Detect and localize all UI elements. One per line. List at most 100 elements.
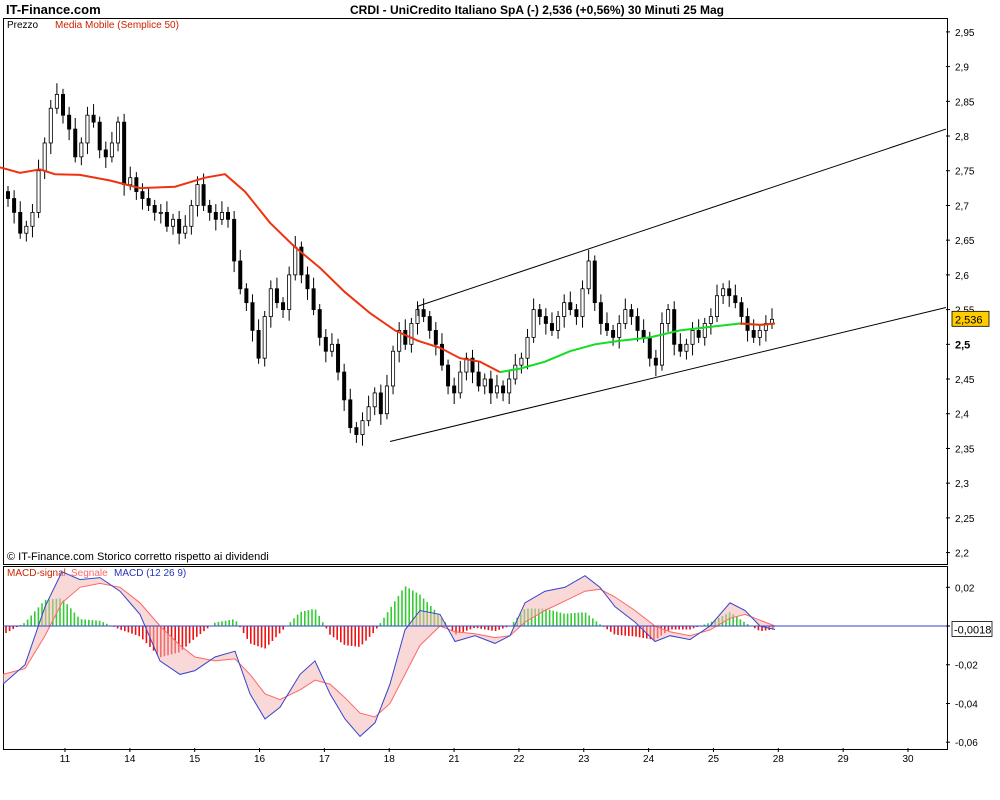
price-y-tick-label: 2,85	[955, 97, 975, 108]
candle-body	[177, 218, 182, 234]
candle-body	[421, 309, 426, 317]
candle-body	[586, 260, 591, 290]
x-tick-label: 23	[578, 754, 590, 765]
candle-body	[97, 121, 102, 151]
candle-body	[116, 121, 121, 144]
candle-body	[696, 330, 701, 338]
candle-body	[73, 128, 78, 158]
candle-body	[109, 142, 114, 158]
candle-body	[427, 316, 432, 331]
candle-body	[171, 218, 176, 227]
candle-body	[293, 246, 298, 276]
candle-body	[391, 350, 396, 387]
candle-body	[244, 288, 249, 304]
candle-body	[146, 198, 151, 206]
candle-body	[702, 323, 707, 338]
candle-body	[623, 309, 628, 324]
moving-average-line-tail	[739, 322, 776, 326]
candle-body	[659, 323, 664, 366]
candle-body	[36, 170, 41, 213]
candle-body	[274, 288, 279, 304]
candle-body	[85, 114, 90, 144]
candle-body	[635, 316, 640, 331]
price-y-tick-label: 2,25	[955, 514, 975, 525]
candle-body	[207, 205, 212, 213]
candle-body	[653, 357, 658, 366]
price-y-tick-label: 2,3	[955, 479, 969, 490]
x-tick-label: 18	[384, 754, 396, 765]
candle-body	[348, 399, 353, 429]
candle-body	[580, 288, 585, 317]
candle-body	[751, 330, 756, 338]
candle-body	[507, 378, 512, 394]
candle-body	[238, 260, 243, 290]
candle-body	[666, 309, 671, 324]
candle-body	[67, 114, 72, 130]
x-tick-label: 24	[643, 754, 655, 765]
candle-body	[54, 93, 59, 109]
candle-body	[42, 142, 47, 172]
candle-body	[617, 323, 622, 338]
candle-body	[219, 211, 224, 220]
candle-body	[232, 218, 237, 262]
candle-body	[128, 177, 133, 186]
macd-y-tick-label: -0,04	[955, 699, 978, 710]
candle-body	[122, 121, 127, 186]
x-tick-label: 17	[319, 754, 331, 765]
candle-body	[91, 114, 96, 123]
macd-y-tick-label: -0,06	[955, 738, 978, 749]
candle-body	[256, 330, 261, 359]
candle-body	[446, 364, 451, 387]
price-y-tick-label: 2,8	[955, 132, 969, 143]
candle-body	[250, 302, 255, 331]
candle-body	[690, 330, 695, 345]
candle-body	[201, 184, 206, 206]
candle-body	[366, 406, 371, 422]
candle-body	[378, 392, 383, 415]
last-price-label: 2,536	[955, 314, 983, 326]
candle-body	[342, 371, 347, 401]
candle-body	[287, 274, 292, 310]
candle-body	[311, 288, 316, 310]
candle-body	[721, 288, 726, 297]
candle-body	[684, 343, 689, 352]
candle-body	[433, 330, 438, 345]
x-tick-label: 16	[254, 754, 266, 765]
price-y-tick-label: 2,45	[955, 375, 975, 386]
candle-body	[592, 260, 597, 304]
candle-body	[134, 177, 139, 192]
candle-body	[733, 295, 738, 304]
macd-line	[2, 571, 776, 738]
x-tick-label: 22	[513, 754, 525, 765]
candle-body	[494, 385, 499, 394]
macd-signal-band	[3, 571, 775, 737]
candle-body	[79, 142, 84, 158]
candle-body	[678, 343, 683, 352]
price-y-tick-label: 2,2	[955, 549, 969, 560]
x-tick-label: 15	[189, 754, 201, 765]
candle-body	[482, 378, 487, 387]
candle-body	[714, 295, 719, 317]
candle-body	[152, 205, 157, 213]
candle-body	[513, 364, 518, 380]
x-tick-label: 14	[124, 754, 136, 765]
candle-body	[727, 288, 732, 297]
price-y-tick-label: 2,4	[955, 410, 969, 421]
candle-body	[519, 357, 524, 366]
candle-body	[336, 343, 341, 373]
candle-body	[195, 184, 200, 206]
channel-upper-line	[417, 128, 947, 307]
candle-body	[140, 191, 145, 199]
x-tick-label: 21	[449, 754, 461, 765]
price-y-tick-label: 2,65	[955, 236, 975, 247]
candle-body	[281, 302, 286, 310]
candle-body	[372, 392, 377, 408]
candle-body	[562, 302, 567, 317]
candle-body	[305, 274, 310, 290]
candle-body	[641, 330, 646, 338]
candle-body	[317, 309, 322, 338]
candle-body	[757, 330, 762, 338]
x-tick-label: 29	[838, 754, 850, 765]
candle-body	[604, 323, 609, 331]
candle-body	[354, 427, 359, 435]
